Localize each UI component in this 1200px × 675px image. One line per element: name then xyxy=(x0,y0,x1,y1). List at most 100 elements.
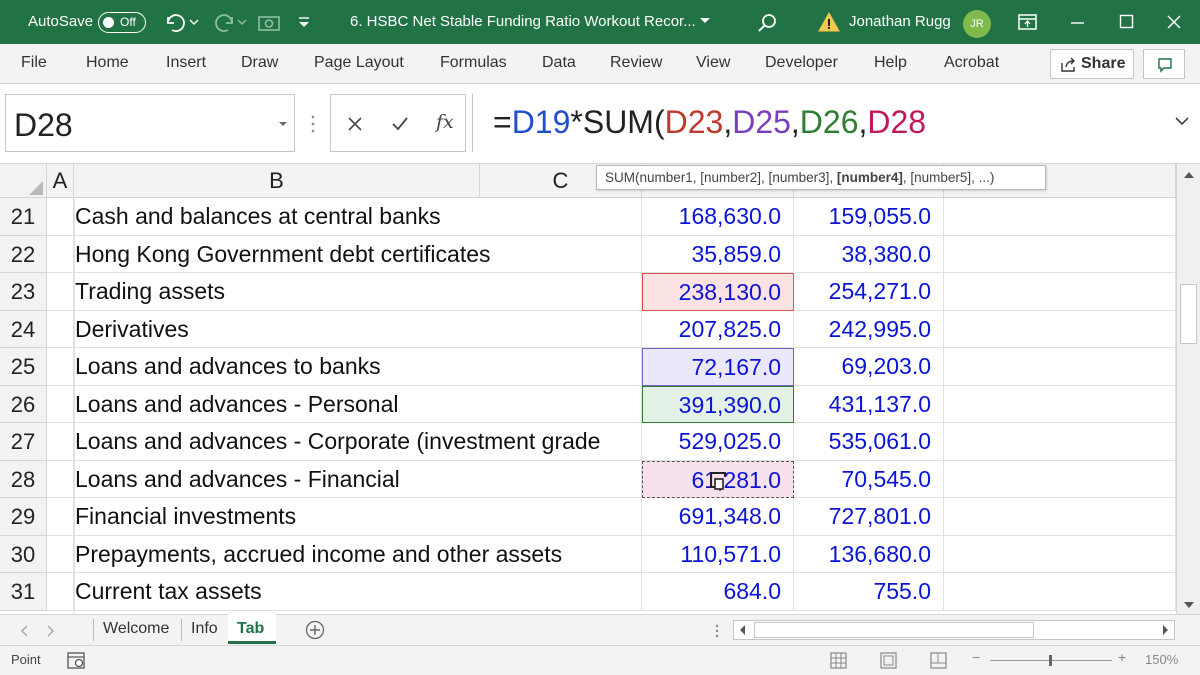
row-header[interactable]: 31 xyxy=(0,573,47,611)
cell-e-value[interactable]: 254,271.0 xyxy=(794,273,944,311)
cell-e-value[interactable]: 70,545.0 xyxy=(794,460,944,498)
row-header[interactable]: 24 xyxy=(0,310,47,348)
cell-e-value[interactable]: 69,203.0 xyxy=(794,348,944,386)
enter-check-icon[interactable] xyxy=(391,116,409,132)
cell-b-label[interactable]: Current tax assets xyxy=(47,573,480,611)
customize-toolbar-icon[interactable] xyxy=(296,15,312,31)
horizontal-scroll-thumb[interactable] xyxy=(754,622,1034,638)
autosave-toggle[interactable]: Off xyxy=(98,12,146,33)
column-header-b[interactable]: B xyxy=(74,164,480,198)
page-layout-view-icon[interactable] xyxy=(880,652,898,670)
maximize-icon[interactable] xyxy=(1119,14,1135,30)
cell-c[interactable] xyxy=(480,310,642,348)
cell-f[interactable] xyxy=(944,498,1176,536)
horizontal-scrollbar[interactable] xyxy=(733,620,1175,640)
formula-input[interactable]: =D19*SUM(D23,D25,D26,D28 xyxy=(472,94,1196,152)
row-header[interactable]: 25 xyxy=(0,348,47,386)
tab-draw[interactable]: Draw xyxy=(241,54,278,72)
zoom-in-button[interactable]: + xyxy=(1118,649,1126,665)
cell-e-value[interactable]: 38,380.0 xyxy=(794,235,944,273)
close-icon[interactable] xyxy=(1166,14,1182,30)
cell-f[interactable] xyxy=(944,385,1176,423)
cell-d-value[interactable]: 168,630.0 xyxy=(642,198,794,236)
cell-c[interactable] xyxy=(480,385,642,423)
cell-f[interactable] xyxy=(944,348,1176,386)
comments-button[interactable] xyxy=(1143,49,1185,79)
cell-d-value[interactable]: 207,825.0 xyxy=(642,310,794,348)
redo-icon[interactable] xyxy=(210,11,250,33)
cell-b-label[interactable]: Trading assets xyxy=(47,273,480,311)
sheet-tab-info[interactable]: Info xyxy=(191,620,218,638)
title-dropdown-icon[interactable] xyxy=(699,16,711,26)
cell-b-label[interactable]: Hong Kong Government debt certificates xyxy=(47,236,491,273)
row-header[interactable]: 29 xyxy=(0,498,47,536)
cell-c[interactable] xyxy=(480,535,642,573)
cell-b-label[interactable]: Cash and balances at central banks xyxy=(47,198,480,236)
tab-help[interactable]: Help xyxy=(874,54,907,72)
cell-f[interactable] xyxy=(944,235,1176,273)
vertical-scroll-thumb[interactable] xyxy=(1180,284,1197,344)
macro-record-icon[interactable] xyxy=(67,652,87,670)
cell-f[interactable] xyxy=(944,535,1176,573)
tab-review[interactable]: Review xyxy=(610,54,662,72)
avatar[interactable]: JR xyxy=(963,10,991,38)
cell-b-label[interactable]: Prepayments, accrued income and other as… xyxy=(47,536,562,573)
cell-c[interactable] xyxy=(480,235,642,273)
insert-function-icon[interactable]: fx xyxy=(436,111,454,133)
cell-d-value[interactable]: 238,130.0 xyxy=(642,273,794,311)
minimize-icon[interactable] xyxy=(1070,21,1086,25)
tab-home[interactable]: Home xyxy=(86,54,129,72)
select-all-corner[interactable] xyxy=(0,164,47,198)
cell-c[interactable] xyxy=(480,273,642,311)
row-header[interactable]: 26 xyxy=(0,385,47,423)
row-header[interactable]: 28 xyxy=(0,460,47,498)
cell-c[interactable] xyxy=(480,498,642,536)
tab-acrobat[interactable]: Acrobat xyxy=(944,54,999,72)
zoom-out-button[interactable]: − xyxy=(972,649,980,665)
scroll-down-icon[interactable] xyxy=(1183,600,1195,610)
cell-b-label[interactable]: Loans and advances - Personal xyxy=(47,386,480,423)
row-header[interactable]: 30 xyxy=(0,535,47,573)
next-sheet-icon[interactable] xyxy=(45,625,55,637)
column-header-a[interactable]: A xyxy=(47,164,74,198)
prev-sheet-icon[interactable] xyxy=(20,625,30,637)
tab-data[interactable]: Data xyxy=(542,54,576,72)
scroll-up-icon[interactable] xyxy=(1183,170,1195,180)
cell-f[interactable] xyxy=(944,198,1176,236)
row-header[interactable]: 27 xyxy=(0,423,47,461)
drag-handle-icon[interactable] xyxy=(310,114,316,134)
vertical-scrollbar[interactable] xyxy=(1176,164,1200,616)
cell-b-label[interactable]: Financial investments xyxy=(47,498,480,536)
tab-file[interactable]: File xyxy=(21,54,47,72)
camera-icon[interactable] xyxy=(257,11,281,33)
cell-d-value[interactable]: 110,571.0 xyxy=(642,535,794,573)
cell-d-value[interactable]: 529,025.0 xyxy=(642,423,794,461)
cell-d-value[interactable]: 691,348.0 xyxy=(642,498,794,536)
normal-view-icon[interactable] xyxy=(830,652,848,670)
tab-split-handle-icon[interactable] xyxy=(714,623,720,639)
cell-f[interactable] xyxy=(944,573,1176,611)
tab-insert[interactable]: Insert xyxy=(166,54,206,72)
cell-e-value[interactable]: 431,137.0 xyxy=(794,385,944,423)
cell-c[interactable] xyxy=(480,460,642,498)
row-header[interactable]: 23 xyxy=(0,273,47,311)
cell-f[interactable] xyxy=(944,273,1176,311)
cell-e-value[interactable]: 755.0 xyxy=(794,573,944,611)
scroll-left-icon[interactable] xyxy=(738,624,748,636)
chevron-down-icon[interactable] xyxy=(278,121,288,129)
cell-e-value[interactable]: 727,801.0 xyxy=(794,498,944,536)
cell-c[interactable] xyxy=(480,198,642,236)
cell-b-label[interactable]: Loans and advances to banks xyxy=(47,348,480,386)
search-icon[interactable] xyxy=(756,11,780,35)
cell-f[interactable] xyxy=(944,310,1176,348)
cell-f[interactable] xyxy=(944,460,1176,498)
cancel-icon[interactable] xyxy=(347,116,363,132)
tab-formulas[interactable]: Formulas xyxy=(440,54,507,72)
scroll-right-icon[interactable] xyxy=(1160,624,1170,636)
row-header[interactable]: 21 xyxy=(0,198,47,236)
expand-formula-bar-icon[interactable] xyxy=(1175,116,1189,126)
tab-developer[interactable]: Developer xyxy=(765,54,838,72)
cell-b-label[interactable]: Loans and advances - Corporate (investme… xyxy=(47,423,600,461)
page-break-view-icon[interactable] xyxy=(930,652,948,670)
cell-b-label[interactable]: Derivatives xyxy=(47,311,480,348)
